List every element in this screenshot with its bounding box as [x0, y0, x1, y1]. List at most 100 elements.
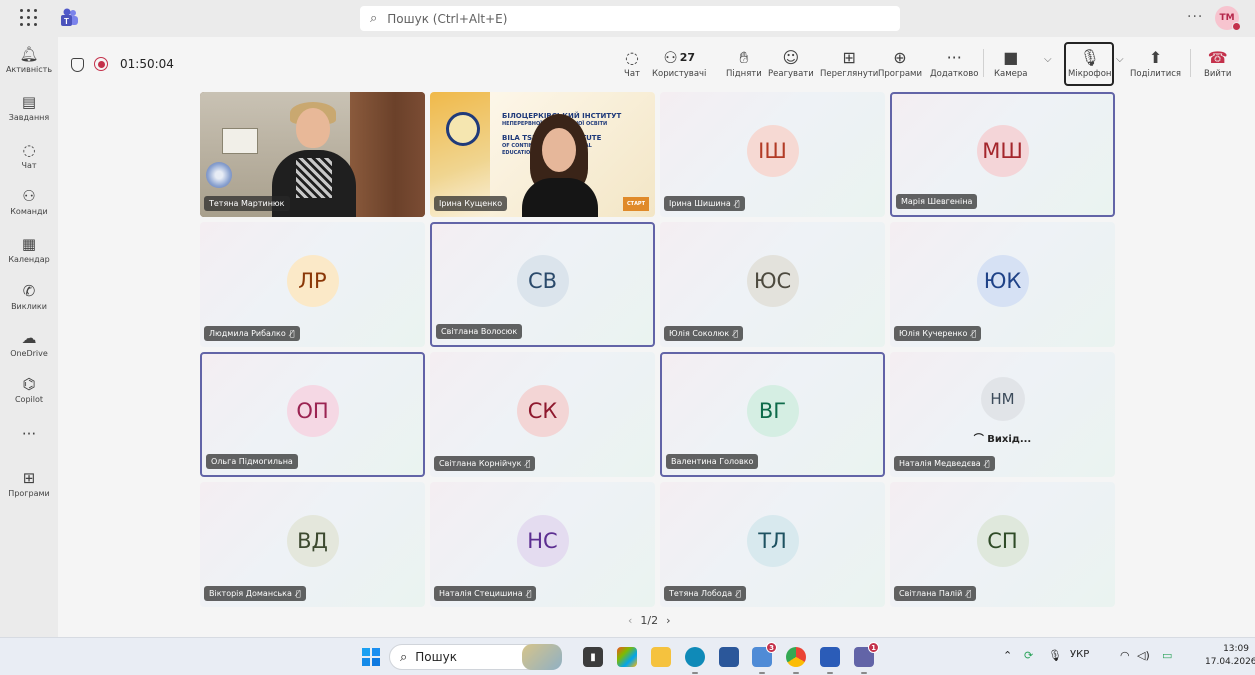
- participant-tile[interactable]: ВД Вікторія Доманська 🎙̸: [200, 482, 425, 607]
- participant-avatar: ЛР: [286, 254, 339, 307]
- participant-avatar: ВД: [286, 514, 339, 567]
- copilot-icon: ⌬: [22, 375, 36, 393]
- hand-icon: ✋︎: [739, 48, 749, 67]
- mic-muted-icon: 🎙̸: [984, 459, 990, 468]
- raise-hand-button[interactable]: ✋︎ Підняти: [726, 47, 762, 79]
- rail-item-copilot[interactable]: ⌬ Copilot: [0, 375, 58, 404]
- participant-tile[interactable]: ЮС Юлія Соколюк 🎙̸: [660, 222, 885, 347]
- participant-name: Наталія Стецишина: [439, 589, 523, 598]
- participant-tile[interactable]: НМ ⌒ Вихід... Наталія Медведєва 🎙̸: [890, 352, 1115, 477]
- participant-tile[interactable]: ІШ Ірина Шишина 🎙̸: [660, 92, 885, 217]
- share-button[interactable]: ⬆ Поділитися: [1130, 47, 1181, 79]
- hang-up-icon: ⌒: [973, 434, 988, 445]
- mic-muted-icon: 🎙̸: [966, 589, 972, 598]
- disc-decoration: [206, 162, 232, 188]
- rail-item-chat[interactable]: ◌ Чат: [0, 141, 58, 170]
- file-explorer-icon[interactable]: [651, 647, 671, 667]
- participant-name-tag: Наталія Медведєва 🎙̸: [894, 456, 995, 471]
- participant-avatar: НС: [516, 514, 569, 567]
- app-rail: 🔔︎ Активність ▤ Завдання ◌ Чат ⚇ Команди…: [0, 37, 58, 637]
- toolbar-divider: [1190, 49, 1191, 77]
- wifi-icon[interactable]: ◠: [1120, 649, 1130, 662]
- participant-tile[interactable]: ЮК Юлія Кучеренко 🎙̸: [890, 222, 1115, 347]
- participant-tile[interactable]: СК Світлана Корнійчук 🎙̸: [430, 352, 655, 477]
- language-indicator[interactable]: УКР: [1070, 649, 1089, 660]
- copilot-app-icon[interactable]: [617, 647, 637, 667]
- participant-tile[interactable]: МШ Марія Шевгеніна: [890, 92, 1115, 217]
- rail-item-apps[interactable]: ⊞ Програми: [0, 469, 58, 498]
- rail-item-more[interactable]: ···: [0, 425, 58, 444]
- view-button[interactable]: ⊞ Переглянути: [820, 47, 878, 79]
- participant-tile[interactable]: ТЛ Тетяна Лобода 🎙̸: [660, 482, 885, 607]
- participant-tile[interactable]: СВ Світлана Волосюк: [430, 222, 655, 347]
- rail-item-tasks[interactable]: ▤ Завдання: [0, 93, 58, 122]
- people-button[interactable]: ⚇ 27 Користувачі: [652, 47, 706, 79]
- participant-name: Валентина Головко: [671, 457, 754, 466]
- participant-name-tag: Юлія Кучеренко 🎙̸: [894, 326, 982, 341]
- rail-item-activity[interactable]: 🔔︎ Активність: [0, 45, 58, 74]
- mic-muted-icon: 🎙̸: [289, 329, 295, 338]
- telegram-icon[interactable]: 3: [752, 642, 777, 674]
- phone-icon: ✆: [22, 282, 36, 300]
- more-actions-button[interactable]: ··· Додатково: [930, 47, 978, 79]
- rail-item-teams[interactable]: ⚇ Команди: [0, 187, 58, 216]
- participant-name: Світлана Корнійчук: [439, 459, 522, 468]
- word-icon[interactable]: [820, 647, 840, 674]
- search-icon: ⌕: [400, 649, 408, 665]
- edge-browser-icon[interactable]: [685, 647, 705, 674]
- participant-tile[interactable]: ВГ Валентина Головко: [660, 352, 885, 477]
- app-launcher-icon[interactable]: [20, 9, 38, 27]
- banner-badge: СТАРТ: [623, 197, 649, 211]
- participant-name-tag: Валентина Головко: [666, 454, 759, 469]
- search-input[interactable]: ⌕ Пошук (Ctrl+Alt+E): [360, 6, 900, 31]
- meeting-stage: Тетяна Мартинюк БІЛОЦЕРКІВСЬКИЙ ІНСТИТУТ Н…: [58, 92, 1255, 637]
- windows-start-icon[interactable]: [362, 648, 380, 666]
- institute-logo: [446, 112, 480, 146]
- volume-icon[interactable]: ◁): [1137, 649, 1150, 662]
- system-clock[interactable]: 13:09 17.04.2026: [1205, 643, 1255, 669]
- notification-badge: 3: [766, 642, 777, 653]
- camera-options-chevron-icon[interactable]: ⌵: [1044, 54, 1052, 65]
- more-options-icon[interactable]: ···: [1187, 9, 1203, 25]
- rail-item-onedrive[interactable]: ☁︎ OneDrive: [0, 329, 58, 358]
- tray-mic-icon[interactable]: 🎙︎: [1048, 649, 1062, 662]
- participant-name-tag: Світлана Корнійчук 🎙̸: [434, 456, 536, 471]
- rail-item-calendar[interactable]: ▦ Календар: [0, 235, 58, 264]
- participant-video-tile[interactable]: Тетяна Мартинюк: [200, 92, 425, 217]
- teams-taskbar-icon[interactable]: 1: [854, 642, 879, 674]
- leave-button[interactable]: ☎︎ Вийти: [1204, 47, 1231, 79]
- next-page-icon[interactable]: ›: [666, 614, 670, 627]
- react-button[interactable]: ☺ Реагувати: [768, 47, 814, 79]
- prev-page-icon[interactable]: ‹: [628, 614, 632, 627]
- mic-muted-icon: 🎙̸: [295, 589, 301, 598]
- toolbar-divider: [983, 49, 984, 77]
- pagination: ‹ 1/2 ›: [628, 614, 671, 627]
- people-icon: ⚇ 27: [663, 48, 696, 67]
- store-icon[interactable]: [719, 647, 739, 667]
- participant-tile[interactable]: НС Наталія Стецишина 🎙̸: [430, 482, 655, 607]
- taskbar-search[interactable]: ⌕ Пошук: [389, 644, 562, 670]
- participant-tile[interactable]: ЛР Людмила Рибалко 🎙̸: [200, 222, 425, 347]
- notification-badge: 1: [868, 642, 879, 653]
- task-view-icon[interactable]: ▮: [583, 647, 603, 667]
- search-placeholder: Пошук (Ctrl+Alt+E): [387, 11, 508, 26]
- battery-icon[interactable]: ▭: [1162, 649, 1172, 662]
- camera-button[interactable]: ■ Камера: [994, 47, 1028, 79]
- chat-button[interactable]: ◌ Чат: [624, 47, 640, 79]
- clock-time: 13:09: [1223, 644, 1249, 654]
- sync-icon[interactable]: ⟳: [1024, 649, 1033, 662]
- mic-button[interactable]: 🎙︎ Мікрофон: [1068, 47, 1111, 79]
- participant-name: Світлана Волосюк: [441, 327, 518, 336]
- mic-muted-icon: 🎙̸: [736, 589, 741, 598]
- participant-tile[interactable]: СП Світлана Палій 🎙̸: [890, 482, 1115, 607]
- tray-chevron-icon[interactable]: ⌃: [1003, 649, 1012, 662]
- participant-tile[interactable]: ОП Ольга Підмогильна: [200, 352, 425, 477]
- rail-item-calls[interactable]: ✆ Виклики: [0, 282, 58, 311]
- chrome-icon[interactable]: [786, 647, 806, 674]
- apps-button[interactable]: ⊕ Програми: [878, 47, 922, 79]
- mic-options-chevron-icon[interactable]: ⌵: [1116, 54, 1124, 65]
- user-avatar[interactable]: ТМ: [1215, 6, 1241, 31]
- participant-video-tile[interactable]: БІЛОЦЕРКІВСЬКИЙ ІНСТИТУТНЕПЕРЕРВНОЇ ПРОФ…: [430, 92, 655, 217]
- participant-name: Марія Шевгеніна: [901, 197, 973, 206]
- participant-avatar: СП: [976, 514, 1029, 567]
